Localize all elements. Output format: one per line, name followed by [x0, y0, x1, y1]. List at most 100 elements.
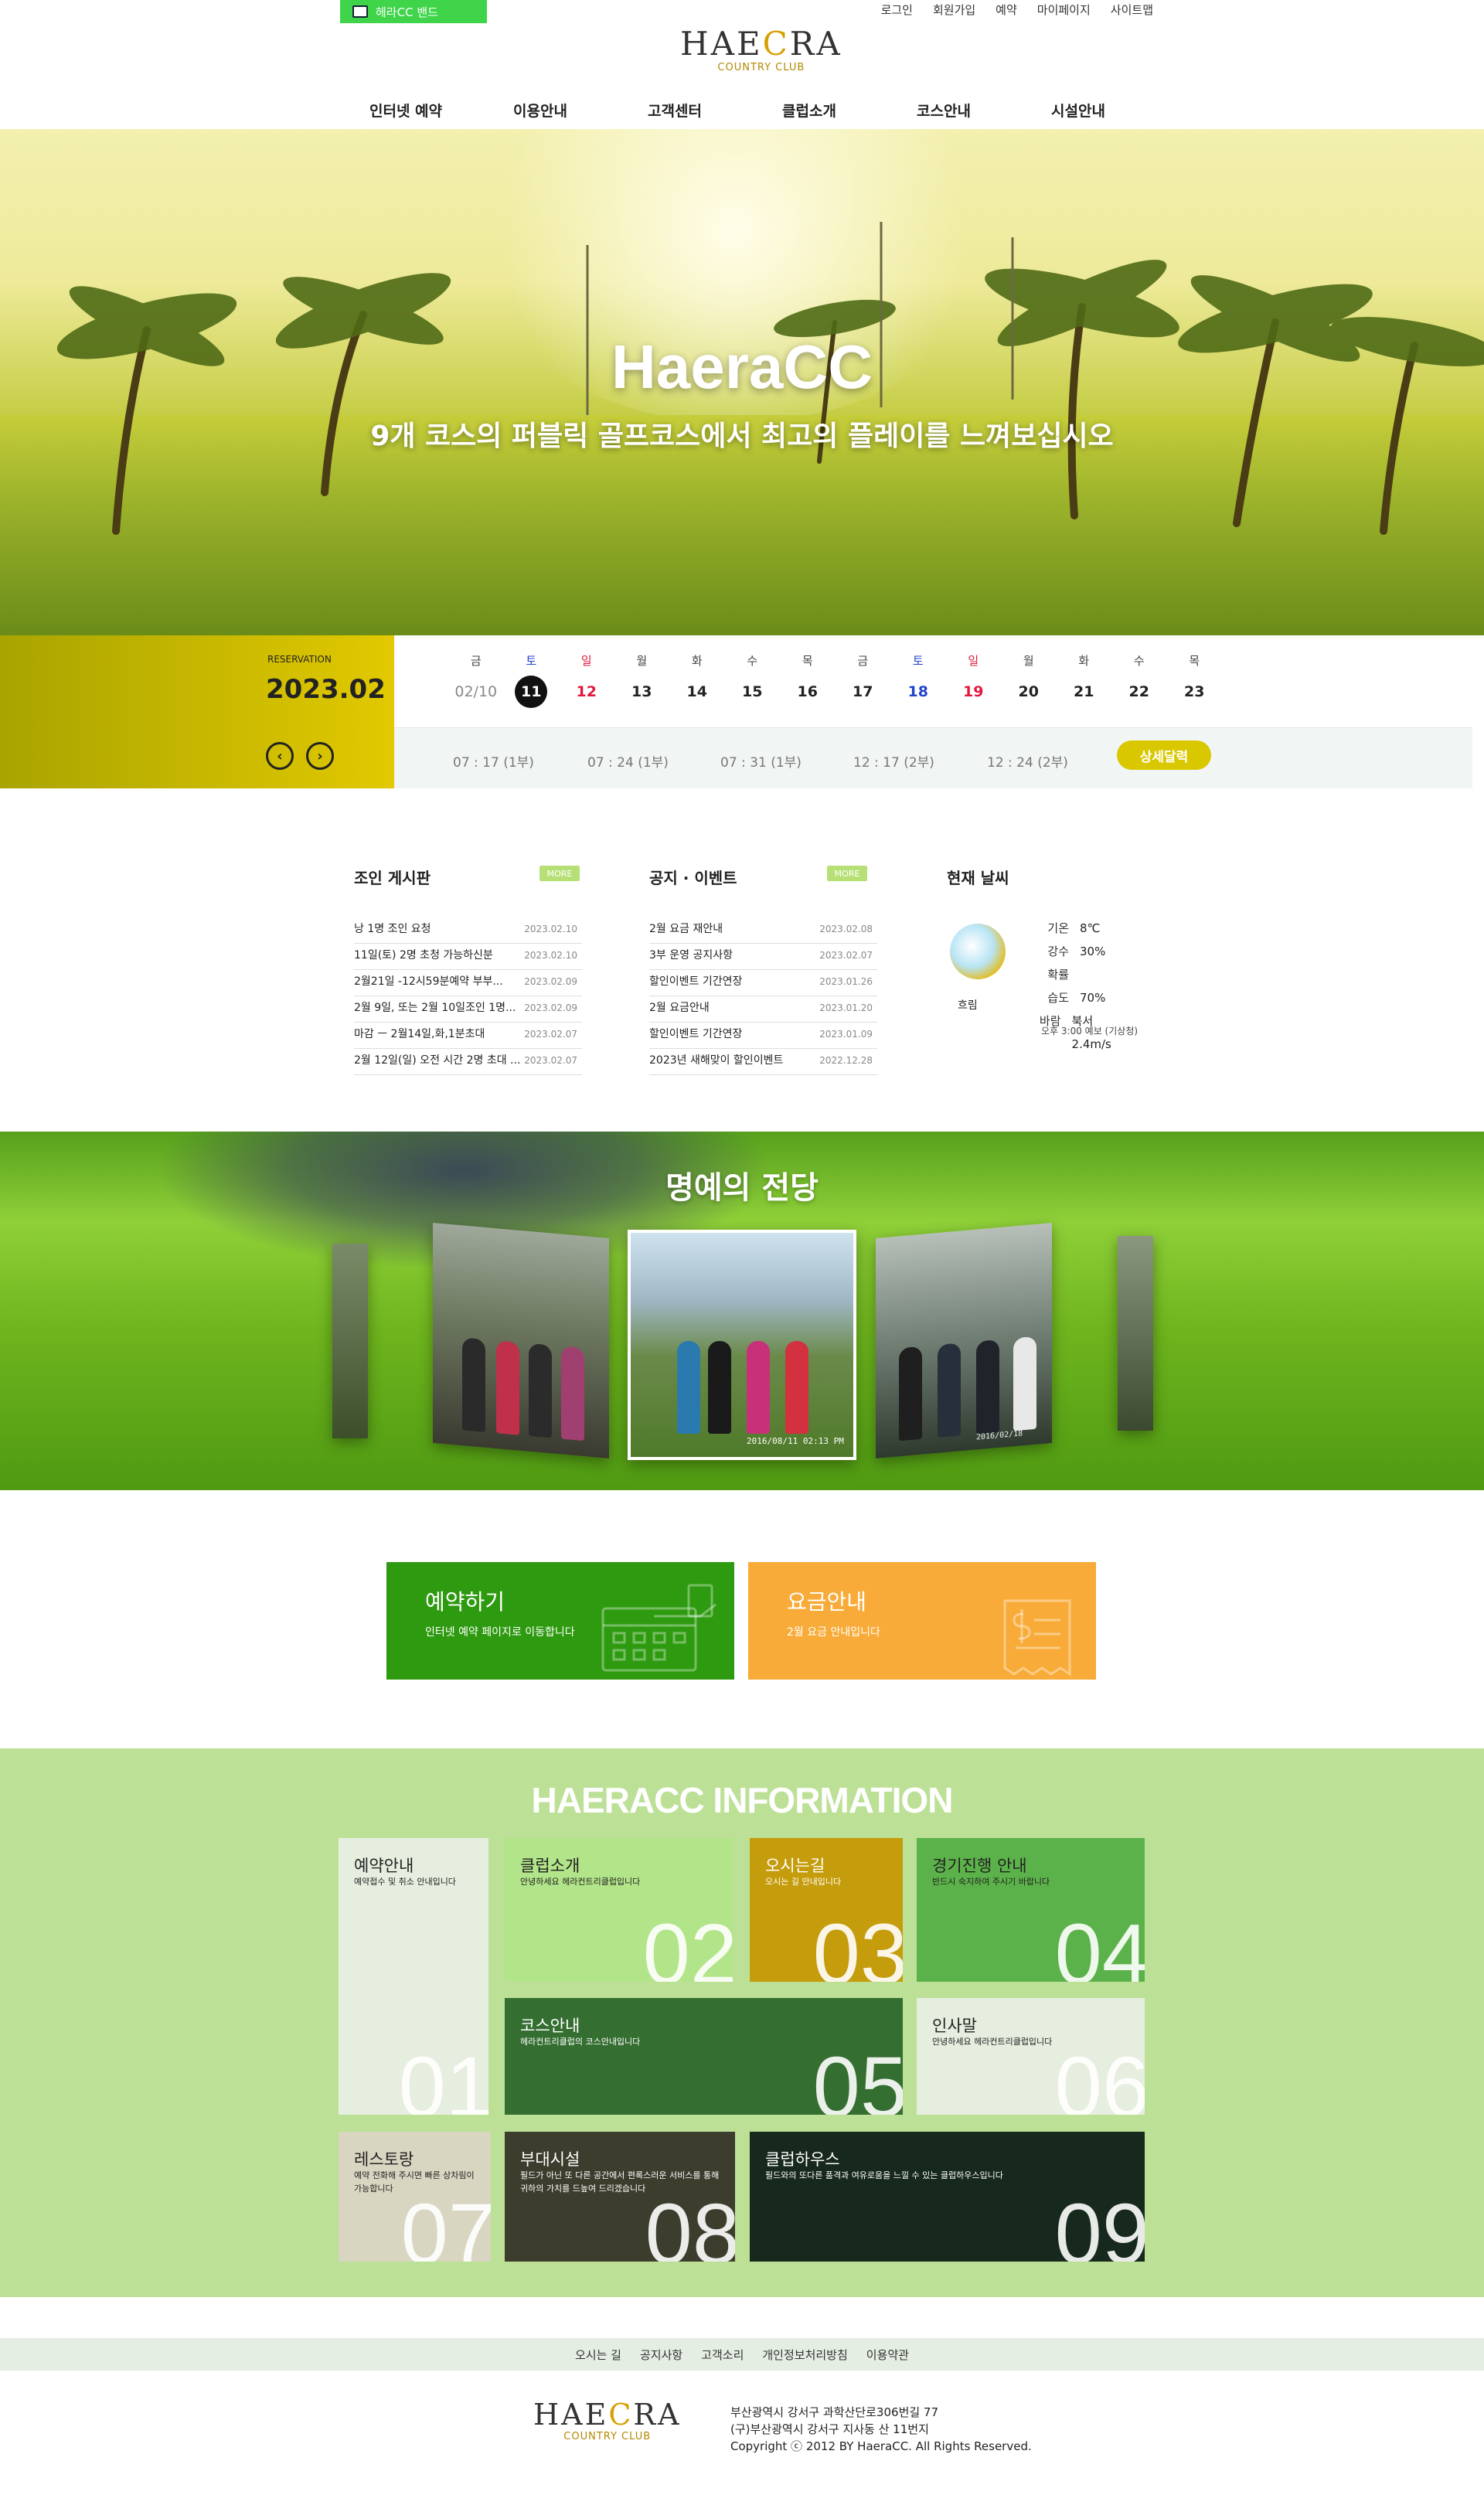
info-tile-course[interactable]: 코스안내 헤라컨트리클럽의 코스안내입니다 05: [505, 1998, 903, 2115]
board-item[interactable]: 11일(토) 2명 초청 가능하신분 2023.02.10: [354, 944, 582, 970]
reservation-calendar: 금 02/10 토 11 일 12 월 13 화 14 수 15 목 16 금 17 토 18 일 19 월 20 화 21 수…: [394, 635, 1472, 788]
hof-photo[interactable]: [332, 1244, 368, 1438]
hof-photo[interactable]: 2016/02/18: [876, 1223, 1052, 1459]
calendar-day[interactable]: 금 17: [836, 652, 891, 708]
info-tile-greeting[interactable]: 인사말 안녕하세요 헤라컨트리클럽입니다 06: [917, 1998, 1145, 2115]
info-tile-directions[interactable]: 오시는길 오시는 길 안내입니다 03: [750, 1838, 903, 1982]
cta-desc: 2월 요금 안내입니다: [787, 1626, 880, 1639]
board-item[interactable]: 2월 12일(일) 오전 시간 2명 초대 ... 2023.02.07: [354, 1049, 582, 1075]
calendar-day[interactable]: 화 14: [669, 652, 725, 708]
tee-time[interactable]: 07 : 17 (1부): [453, 751, 534, 771]
tee-time[interactable]: 12 : 24 (2부): [987, 751, 1068, 771]
nav-reservation[interactable]: 인터넷 예약: [339, 96, 473, 127]
site-logo[interactable]: HAECRA COUNTRY CLUB: [680, 28, 842, 74]
nav-course[interactable]: 코스안내: [876, 96, 1011, 127]
board-item-date: 2023.01.20: [819, 1002, 873, 1013]
day-number: 19: [963, 683, 984, 700]
util-reservation[interactable]: 예약: [996, 2, 1017, 18]
calendar-day[interactable]: 금 02/10: [448, 652, 504, 708]
footer-link-voice[interactable]: 고객소리: [701, 2347, 744, 2363]
calendar-day[interactable]: 화 21: [1057, 652, 1112, 708]
board-item[interactable]: 할인이벤트 기간연장 2023.01.09: [649, 1023, 877, 1049]
board-item[interactable]: 낭 1명 조인 요청 2023.02.10: [354, 917, 582, 944]
info-tile-restaurant[interactable]: 레스토랑 예약 전화해 주시면 빠른 상차림이 가능합니다 07: [339, 2132, 491, 2262]
board-item[interactable]: 할인이벤트 기간연장 2023.01.26: [649, 970, 877, 996]
calendar-day[interactable]: 월 13: [614, 652, 670, 708]
info-tile-facilities[interactable]: 부대시설 필드가 아닌 또 다른 공간에서 편록스러운 서비스를 통해 귀하의 가…: [505, 2132, 735, 2262]
calendar-day[interactable]: 토 18: [890, 652, 946, 708]
board-item[interactable]: 2월 요금안내 2023.01.20: [649, 996, 877, 1023]
board-item[interactable]: 2월 9일, 또는 2월 10일조인 1명... 2023.02.09: [354, 996, 582, 1023]
join-more-button[interactable]: MORE: [539, 866, 580, 881]
day-number: 22: [1128, 683, 1149, 700]
footer-link-terms[interactable]: 이용약관: [866, 2347, 909, 2363]
tee-time[interactable]: 12 : 17 (2부): [853, 751, 934, 771]
tee-time[interactable]: 07 : 24 (1부): [587, 751, 669, 771]
chevron-left-icon: ‹: [277, 747, 283, 764]
next-month-button[interactable]: ›: [306, 742, 334, 770]
weather-title: 현재 날씨: [947, 869, 1009, 887]
reservation-cta[interactable]: 예약하기 인터넷 예약 페이지로 이동합니다: [386, 1562, 734, 1680]
board-item-date: 2023.02.10: [524, 950, 577, 961]
util-login[interactable]: 로그인: [881, 2, 913, 18]
hof-photo[interactable]: [433, 1223, 609, 1459]
hof-photo-featured[interactable]: 2016/08/11 02:13 PM: [628, 1230, 856, 1460]
info-tile-clubhouse[interactable]: 클럽하우스 필드와의 또다른 품격과 여유로움을 느낄 수 있는 클럽하우스입니다…: [750, 2132, 1145, 2262]
day-number: 16: [797, 683, 818, 700]
prev-month-button[interactable]: ‹: [266, 742, 294, 770]
notice-board: 공지 · 이벤트 MORE 2월 요금 재안내 2023.02.08 3부 운영 공…: [649, 866, 877, 1075]
board-item-title: 2월 요금안내: [649, 1002, 710, 1014]
board-item-date: 2022.12.28: [819, 1055, 873, 1066]
price-cta[interactable]: 요금안내 2월 요금 안내입니다: [748, 1562, 1096, 1680]
info-tile-club[interactable]: 클럽소개 안녕하세요 헤라컨트리클럽입니다 02: [505, 1838, 733, 1982]
footer-link-privacy[interactable]: 개인정보처리방침: [762, 2347, 847, 2363]
calendar-day[interactable]: 수 22: [1111, 652, 1167, 708]
calendar-day[interactable]: 토 11: [504, 652, 560, 708]
util-mypage[interactable]: 마이페이지: [1037, 2, 1091, 18]
notice-more-button[interactable]: MORE: [827, 866, 867, 881]
calendar-day[interactable]: 월 20: [1001, 652, 1057, 708]
nav-facility[interactable]: 시설안내: [1011, 96, 1145, 127]
calendar-day[interactable]: 일 19: [946, 652, 1002, 708]
day-number: 12: [576, 683, 597, 700]
tee-time[interactable]: 07 : 31 (1부): [720, 751, 802, 771]
receipt-icon: [1003, 1599, 1071, 1676]
footer-link-notice[interactable]: 공지사항: [640, 2347, 682, 2363]
hof-photo[interactable]: [1118, 1236, 1153, 1431]
util-join[interactable]: 회원가입: [933, 2, 975, 18]
info-tile-game-guide[interactable]: 경기진행 안내 반드시 숙지하여 주시기 바랍니다 04: [917, 1838, 1145, 1982]
board-item[interactable]: 2월21일 -12시59분예약 부부... 2023.02.09: [354, 970, 582, 996]
calendar-day[interactable]: 목 23: [1167, 652, 1223, 708]
cta-title: 예약하기: [425, 1589, 505, 1615]
board-item[interactable]: 2월 요금 재안내 2023.02.08: [649, 917, 877, 944]
calendar-day[interactable]: 일 12: [559, 652, 614, 708]
footer-logo: HAECRA COUNTRY CLUB: [533, 2398, 682, 2442]
board-item-title: 할인이벤트 기간연장: [649, 975, 743, 988]
detail-calendar-button[interactable]: 상세달력: [1117, 740, 1211, 770]
reservation-panel: RESERVATION 2023.02 ‹ ›: [0, 635, 394, 788]
board-item[interactable]: 3부 운영 공지사항 2023.02.07: [649, 944, 877, 970]
calendar-day[interactable]: 수 15: [725, 652, 781, 708]
util-sitemap[interactable]: 사이트맵: [1111, 2, 1153, 18]
board-item-date: 2023.02.07: [524, 1029, 577, 1040]
info-tile-reservation[interactable]: 예약안내 예약접수 및 취소 안내입니다 01: [339, 1838, 488, 2115]
nav-customer[interactable]: 고객센터: [608, 96, 742, 127]
weekday-label: 수: [747, 654, 758, 668]
footer-link-directions[interactable]: 오시는 길: [575, 2347, 621, 2363]
day-number: 15: [742, 683, 763, 700]
board-item-date: 2023.01.09: [819, 1029, 873, 1040]
calendar-day[interactable]: 목 16: [780, 652, 836, 708]
board-item[interactable]: 2023년 새해맞이 할인이벤트 2022.12.28: [649, 1049, 877, 1075]
board-item-title: 3부 운영 공지사항: [649, 949, 733, 962]
board-item[interactable]: 마감 ㅡ 2월14일,화,1분초대 2023.02.07: [354, 1023, 582, 1049]
weather-temp: 8℃: [1080, 921, 1101, 935]
photo-timestamp: 2016/08/11 02:13 PM: [747, 1436, 844, 1446]
nav-usage[interactable]: 이용안내: [473, 96, 608, 127]
board-item-date: 2023.02.07: [524, 1055, 577, 1066]
weather-widget: 현재 날씨 흐림 기온 8℃ 강수확률 30% 습도 70% 바람 북서 2.4m/s …: [947, 866, 1138, 1051]
nav-club[interactable]: 클럽소개: [742, 96, 876, 127]
band-link[interactable]: 헤라CC 밴드: [340, 0, 487, 23]
board-item-title: 할인이벤트 기간연장: [649, 1028, 743, 1040]
board-item-title: 2월 12일(일) 오전 시간 2명 초대 ...: [354, 1054, 521, 1067]
footer-address: 부산광역시 강서구 과학산단로306번길 77 (구)부산광역시 강서구 지사동…: [730, 2405, 1032, 2453]
